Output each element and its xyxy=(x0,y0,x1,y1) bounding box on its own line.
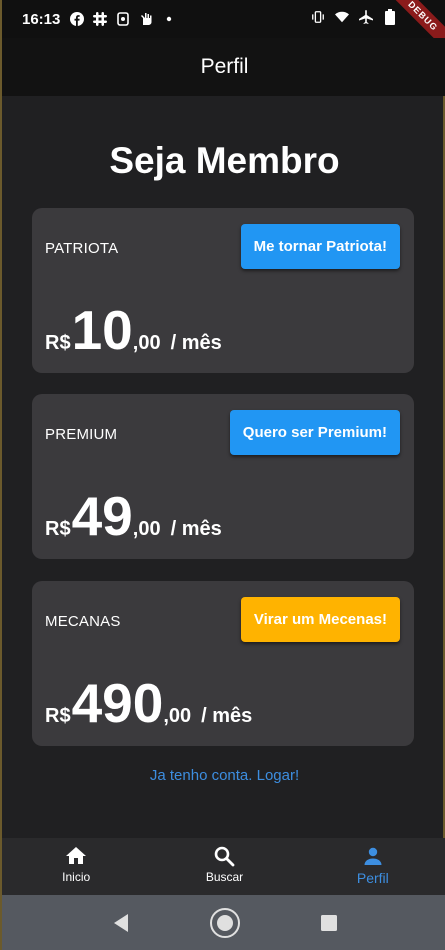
nav-item-buscar[interactable]: Buscar xyxy=(150,838,298,895)
price-integer: 49 xyxy=(71,485,133,547)
notification-icons xyxy=(70,12,176,26)
price-integer: 490 xyxy=(71,672,164,734)
nav-item-inicio[interactable]: Inicio xyxy=(2,838,150,895)
plan-card-patriota: PATRIOTA Me tornar Patriota! R$ 10 ,00 /… xyxy=(32,208,414,373)
become-mecenas-button[interactable]: Virar um Mecenas! xyxy=(240,597,400,642)
gesture-icon xyxy=(139,12,153,26)
price-period: / mês xyxy=(170,518,222,540)
plan-card-premium: PREMIUM Quero ser Premium! R$ 49 ,00 / m… xyxy=(32,394,414,559)
app-bar-title: Perfil xyxy=(200,55,249,78)
nav-item-label: Perfil xyxy=(356,870,389,886)
become-premium-button[interactable]: Quero ser Premium! xyxy=(229,410,400,455)
app-screen: 16:13 DEBUG Perfil Seja Membro PATRIOTA … xyxy=(0,0,445,950)
plan-name: PATRIOTA xyxy=(45,240,119,257)
home-icon xyxy=(66,847,87,864)
price-decimals: ,00 xyxy=(132,332,161,354)
price-period: / mês xyxy=(201,705,253,727)
app-bar: Perfil xyxy=(2,38,445,96)
price-currency: R$ xyxy=(45,705,71,727)
facebook-icon xyxy=(70,12,85,26)
bottom-nav: Inicio Buscar Perfil xyxy=(2,838,445,895)
price-integer: 10 xyxy=(71,299,133,361)
become-patriota-button[interactable]: Me tornar Patriota! xyxy=(240,224,400,269)
price-currency: R$ xyxy=(45,332,71,354)
search-icon xyxy=(215,846,235,867)
plan-name: PREMIUM xyxy=(45,426,118,443)
nav-item-label: Inicio xyxy=(62,870,91,884)
airplane-icon xyxy=(359,10,373,24)
back-icon[interactable] xyxy=(112,913,130,933)
wifi-icon xyxy=(335,10,349,24)
battery-icon xyxy=(383,9,397,25)
price-decimals: ,00 xyxy=(132,518,161,540)
nav-item-label: Buscar xyxy=(205,870,244,884)
price-period: / mês xyxy=(170,332,222,354)
status-bar: 16:13 DEBUG xyxy=(2,0,445,58)
plan-price: R$ 10 ,00 / mês xyxy=(45,299,222,361)
slack-icon xyxy=(93,12,108,26)
status-time: 16:13 xyxy=(22,10,61,28)
system-icons xyxy=(311,9,397,25)
price-decimals: ,00 xyxy=(163,705,192,727)
login-link[interactable]: Ja tenho conta. Logar! xyxy=(2,767,445,784)
page-title: Seja Membro xyxy=(109,140,340,181)
plan-price: R$ 490 ,00 / mês xyxy=(45,672,253,734)
system-nav-bar xyxy=(2,895,445,950)
screenshot-icon xyxy=(116,12,130,26)
recents-icon[interactable] xyxy=(320,914,338,932)
vibrate-icon xyxy=(311,10,325,24)
plan-price: R$ 49 ,00 / mês xyxy=(45,485,222,547)
plan-card-mecenas: MECANAS Virar um Mecenas! R$ 490 ,00 / m… xyxy=(32,581,414,746)
nav-item-perfil[interactable]: Perfil xyxy=(299,838,445,895)
price-currency: R$ xyxy=(45,518,71,540)
dot-icon xyxy=(162,12,176,26)
person-icon xyxy=(364,847,382,865)
plan-name: MECANAS xyxy=(45,613,121,630)
home-button-icon[interactable] xyxy=(209,907,241,939)
